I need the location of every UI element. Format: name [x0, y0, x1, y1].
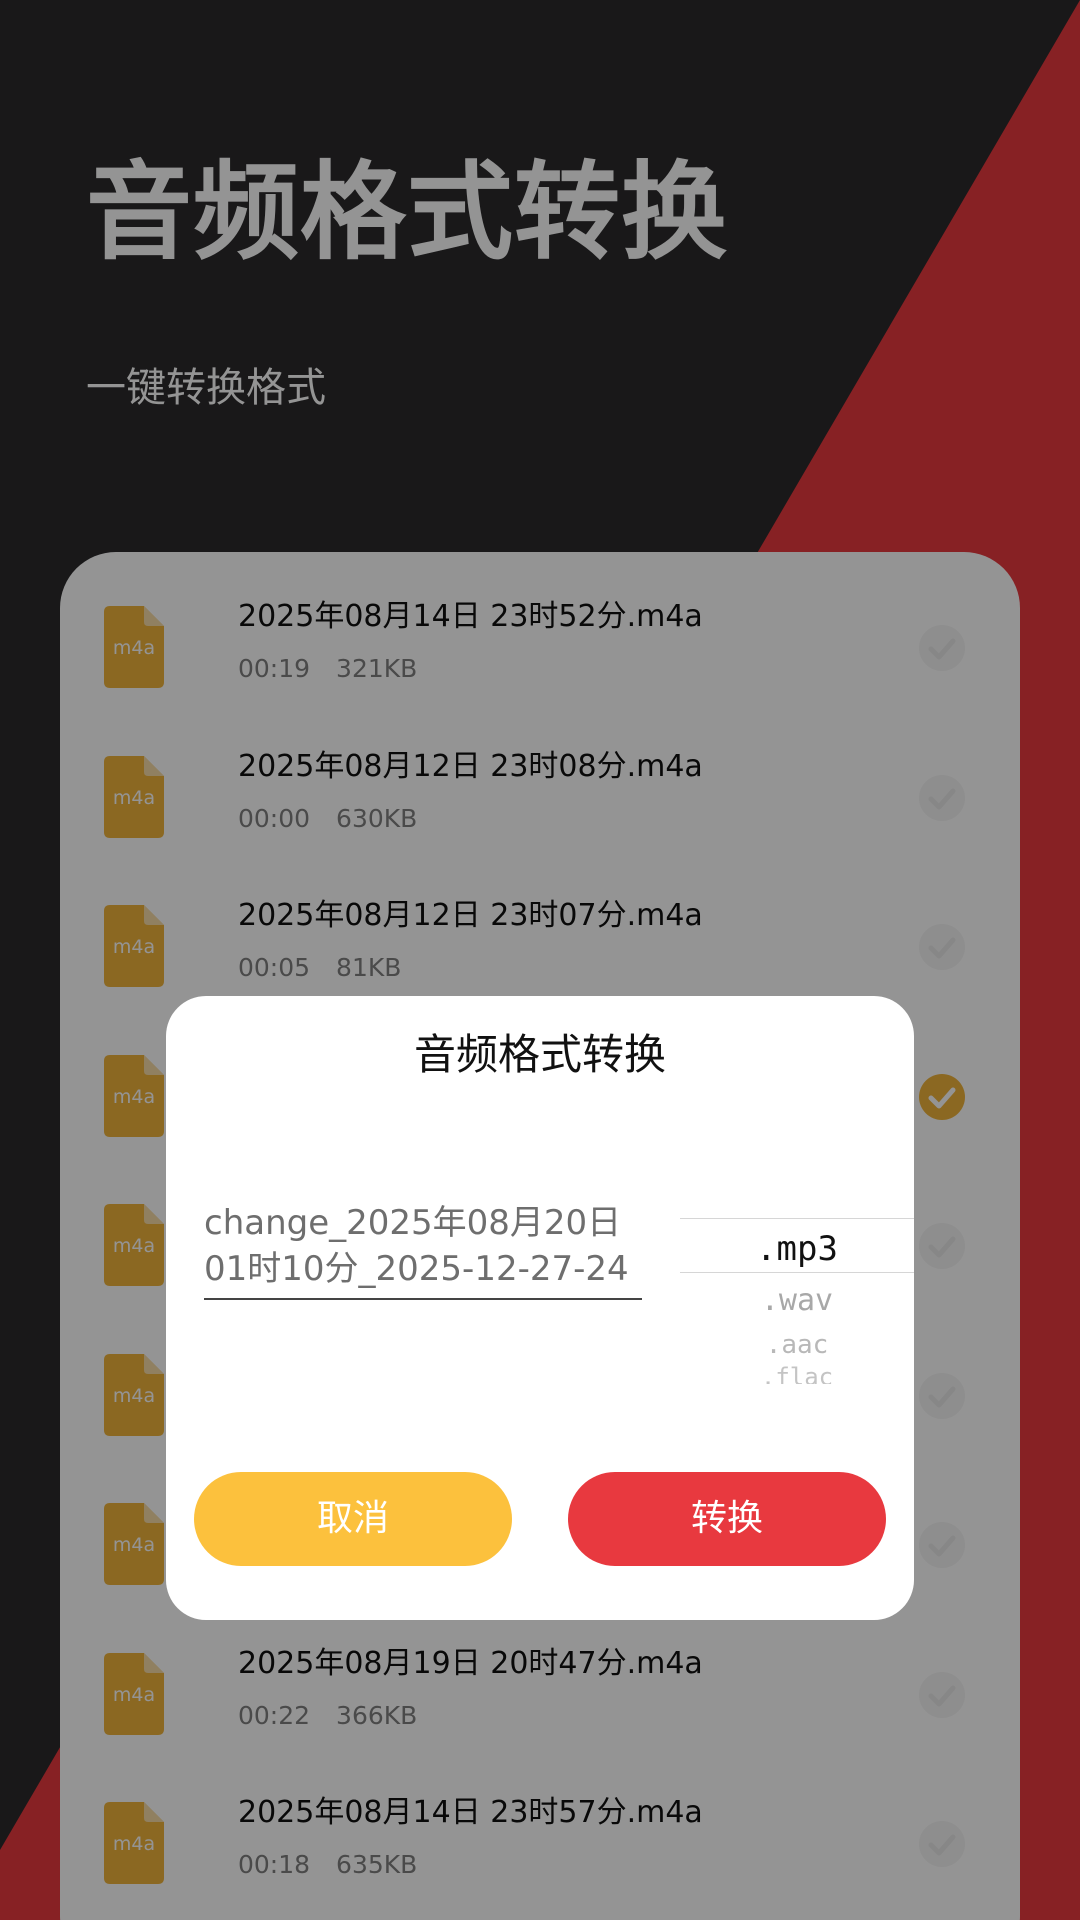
format-picker[interactable]: .mp3 .wav .aac .flac [680, 1218, 914, 1384]
format-option[interactable]: .aac [680, 1328, 914, 1362]
format-convert-dialog: 音频格式转换 change_2025年08月20日01时10分_2025-12-… [166, 996, 914, 1620]
convert-button[interactable]: 转换 [568, 1472, 886, 1566]
modal-overlay[interactable] [0, 0, 1080, 1920]
dialog-title: 音频格式转换 [413, 1030, 666, 1079]
picker-divider-top [680, 1218, 914, 1219]
picker-divider-bottom [680, 1272, 914, 1273]
output-filename-input[interactable]: change_2025年08月20日01时10分_2025-12-27-24 [204, 1200, 642, 1300]
format-option[interactable]: .wav [680, 1280, 914, 1322]
format-option-selected[interactable]: .mp3 [680, 1226, 914, 1272]
format-option[interactable]: .flac [680, 1362, 914, 1384]
app-screen: 音频格式转换 一键转换格式 m4a 2025年08月14日 23时52分.m4a 0… [0, 0, 1080, 1920]
cancel-button[interactable]: 取消 [194, 1472, 512, 1566]
